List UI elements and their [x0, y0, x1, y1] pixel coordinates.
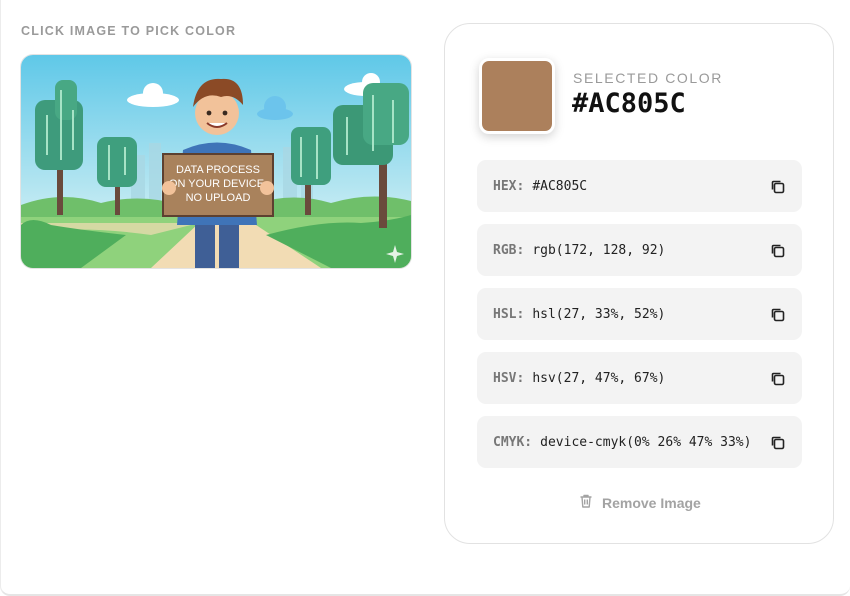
selected-color-hex: #AC805C [572, 88, 686, 119]
copy-icon[interactable] [768, 177, 788, 197]
format-row-cmyk: CMYK: device-cmyk(0% 26% 47% 33%) [477, 416, 802, 468]
sign: DATA PROCESS ON YOUR DEVICE, NO UPLOAD [162, 153, 274, 217]
format-key: HSV: [493, 370, 525, 386]
format-key: HSL: [493, 306, 525, 322]
format-key: RGB: [493, 242, 525, 258]
format-row-rgb: RGB: rgb(172, 128, 92) [477, 224, 802, 276]
source-image[interactable]: DATA PROCESS ON YOUR DEVICE, NO UPLOAD [21, 55, 411, 268]
illustration[interactable]: DATA PROCESS ON YOUR DEVICE, NO UPLOAD [21, 55, 411, 268]
format-value: hsl(27, 33%, 52%) [532, 306, 666, 322]
pick-instruction: CLICK IMAGE TO PICK COLOR [21, 24, 237, 38]
format-key: CMYK: [493, 434, 533, 450]
selected-color-label: SELECTED COLOR [573, 70, 723, 86]
copy-icon[interactable] [768, 241, 788, 261]
format-value: hsv(27, 47%, 67%) [532, 370, 666, 386]
copy-icon[interactable] [768, 433, 788, 453]
sign-line-2: ON YOUR DEVICE, [169, 178, 267, 190]
format-value: rgb(172, 128, 92) [532, 242, 666, 258]
color-swatch [479, 58, 555, 134]
sign-line-1: DATA PROCESS [176, 164, 260, 176]
remove-image-label: Remove Image [602, 494, 701, 511]
sign-line-3: NO UPLOAD [186, 192, 251, 204]
color-picker-page: CLICK IMAGE TO PICK COLOR DATA PROCESS O… [0, 0, 850, 596]
trash-icon [578, 493, 594, 512]
format-key: HEX: [493, 178, 525, 194]
copy-icon[interactable] [768, 369, 788, 389]
color-formats-list: HEX: #AC805C RGB: rgb(172, 128, 92) HSL:… [477, 160, 802, 480]
format-value: #AC805C [532, 178, 588, 194]
remove-image-button[interactable]: Remove Image [578, 493, 701, 512]
color-info-card: SELECTED COLOR #AC805C HEX: #AC805C RGB:… [444, 23, 834, 544]
format-row-hsv: HSV: hsv(27, 47%, 67%) [477, 352, 802, 404]
format-row-hsl: HSL: hsl(27, 33%, 52%) [477, 288, 802, 340]
format-row-hex: HEX: #AC805C [477, 160, 802, 212]
copy-icon[interactable] [768, 305, 788, 325]
format-value: device-cmyk(0% 26% 47% 33%) [540, 434, 752, 450]
